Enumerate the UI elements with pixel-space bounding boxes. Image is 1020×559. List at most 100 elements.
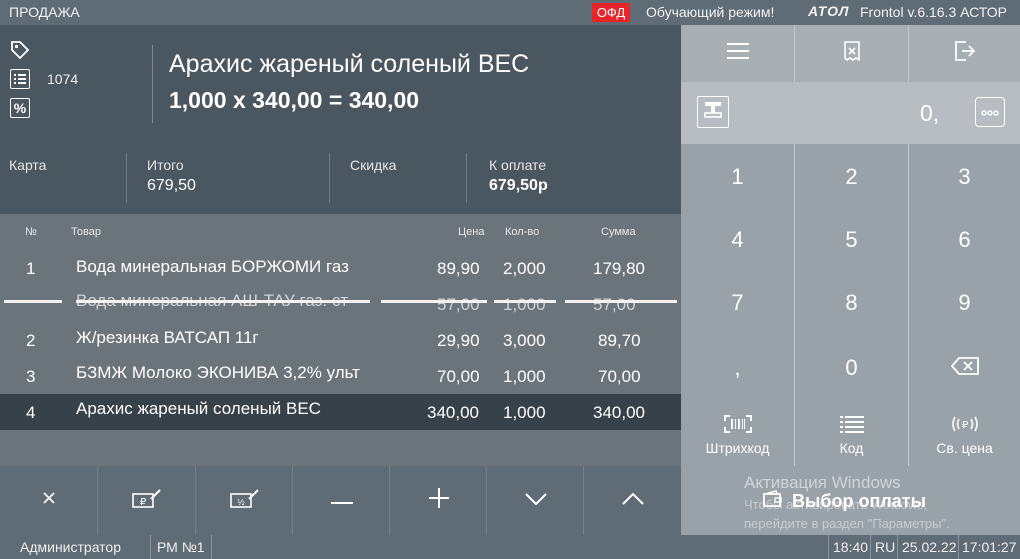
minus-icon	[330, 492, 353, 510]
decrease-button[interactable]	[293, 466, 390, 535]
code-label: Код	[839, 439, 864, 456]
column-header-price: Цена	[458, 226, 485, 238]
row-sum: 340,00	[593, 403, 645, 422]
list-icon[interactable]	[10, 69, 30, 89]
divider	[329, 153, 330, 203]
language-indicator[interactable]: RU	[875, 539, 895, 555]
key-4[interactable]: 4	[681, 209, 794, 271]
cancel-button[interactable]	[0, 466, 97, 535]
windows-activation-watermark: перейдите в раздел "Параметры".	[744, 516, 950, 531]
strike-line	[381, 300, 487, 303]
total-label: Итого	[147, 157, 184, 173]
row-item: Ж/резинка ВАТСАП 11г	[76, 328, 259, 347]
row-qty: 1,000	[503, 295, 546, 314]
divider	[126, 153, 127, 203]
table-row[interactable]: 1 Вода минеральная БОРЖОМИ газ 89,90 2,0…	[0, 250, 681, 286]
scroll-up-button[interactable]	[584, 466, 681, 535]
row-sum: 179,80	[593, 259, 645, 278]
column-header-num: №	[25, 226, 37, 238]
plus-icon	[428, 488, 449, 513]
row-num: 3	[26, 367, 36, 386]
key-6[interactable]: 6	[908, 209, 1020, 271]
discount-label: Скидка	[350, 157, 397, 173]
table-row[interactable]: 2 Ж/резинка ВАТСАП 11г 29,90 3,000 89,70	[0, 322, 681, 358]
logout-icon	[954, 41, 976, 66]
barcode-button[interactable]: Штрихкод	[681, 404, 794, 466]
percent-icon[interactable]: %	[10, 98, 30, 118]
key-comma[interactable]: ,	[681, 337, 794, 399]
key-2[interactable]: 2	[795, 146, 908, 208]
row-sum: 70,00	[598, 367, 641, 386]
row-item: Вода минеральная БОРЖОМИ газ	[76, 257, 349, 276]
row-sum: 57,00	[593, 295, 636, 314]
input-mode-button[interactable]	[697, 96, 729, 128]
row-price: 57,00	[437, 295, 480, 314]
key-1[interactable]: 1	[681, 146, 794, 208]
select-payment-label: Выбор оплаты	[792, 491, 926, 511]
total-value: 679,50	[147, 177, 196, 194]
wallet-icon	[762, 490, 784, 513]
input-row	[681, 82, 1020, 144]
workstation-number: РМ №1	[157, 539, 205, 555]
menu-button[interactable]	[681, 25, 794, 82]
select-payment-button[interactable]: Выбор оплаты	[762, 490, 926, 513]
divider	[897, 535, 898, 559]
payable-value: 679,50р	[489, 177, 548, 194]
keypad-display: 0,	[920, 100, 940, 126]
divider	[828, 535, 829, 559]
row-sum: 89,70	[598, 331, 641, 350]
table-row-cancelled[interactable]: Вода минеральная АШ-ТАУ газ. ст 57,00 1,…	[0, 286, 681, 322]
code-button[interactable]: Код	[795, 404, 908, 466]
chevron-down-icon	[524, 492, 547, 510]
strike-line	[565, 300, 677, 303]
table-row-selected[interactable]: 4 Арахис жареный соленый ВЕС 340,00 1,00…	[0, 394, 681, 430]
cancel-receipt-button[interactable]	[795, 25, 908, 82]
divider	[150, 535, 151, 559]
row-price: 89,90	[437, 259, 480, 278]
backspace-icon	[950, 355, 979, 381]
row-price: 70,00	[437, 367, 480, 386]
column-header-qty: Кол-во	[505, 226, 540, 238]
table-row[interactable]: 3 БЗМЖ Молоко ЭКОНИВА 3,2% ульт 70,00 1,…	[0, 358, 681, 394]
free-price-icon: ₽	[950, 415, 980, 438]
svg-text:½: ½	[237, 498, 245, 507]
more-icon	[981, 103, 999, 121]
key-3[interactable]: 3	[908, 146, 1020, 208]
row-qty: 3,000	[503, 331, 546, 350]
key-0[interactable]: 0	[795, 337, 908, 399]
svg-text:₽: ₽	[961, 420, 968, 431]
free-price-button[interactable]: ₽ Св. цена	[909, 404, 1020, 466]
edit-quantity-icon: ½	[229, 487, 261, 514]
chevron-up-icon	[621, 492, 644, 510]
key-9[interactable]: 9	[908, 272, 1020, 334]
product-name: Арахис жареный соленый ВЕС	[169, 50, 530, 78]
row-qty: 1,000	[503, 403, 546, 422]
payable-label: К оплате	[489, 157, 547, 173]
key-7[interactable]: 7	[681, 272, 794, 334]
barcode-label: Штрихкод	[705, 439, 770, 456]
backspace-button[interactable]	[908, 337, 1020, 399]
app-version: Frontol v.6.16.3 АСТОР	[860, 4, 1007, 20]
more-options-button[interactable]	[975, 97, 1005, 127]
logout-button[interactable]	[909, 25, 1020, 82]
card-label[interactable]: Карта	[9, 157, 46, 173]
divider	[211, 535, 212, 559]
scroll-down-button[interactable]	[487, 466, 584, 535]
free-price-label: Св. цена	[936, 439, 993, 456]
increase-button[interactable]	[390, 466, 487, 535]
key-8[interactable]: 8	[795, 272, 908, 334]
item-code: 1074	[47, 71, 79, 87]
key-5[interactable]: 5	[795, 209, 908, 271]
divider	[466, 153, 467, 203]
tag-icon[interactable]	[10, 40, 30, 60]
list-icon	[839, 415, 864, 438]
atol-logo: АТОЛ	[808, 3, 850, 19]
row-num: 1	[26, 259, 36, 278]
edit-quantity-button[interactable]: ½	[196, 466, 293, 535]
row-num: 4	[26, 403, 36, 422]
edit-price-button[interactable]: ₽	[98, 466, 195, 535]
row-price: 340,00	[427, 403, 479, 422]
edit-price-icon: ₽	[131, 487, 163, 514]
barcode-icon	[723, 414, 752, 438]
row-item: Арахис жареный соленый ВЕС	[76, 399, 321, 418]
